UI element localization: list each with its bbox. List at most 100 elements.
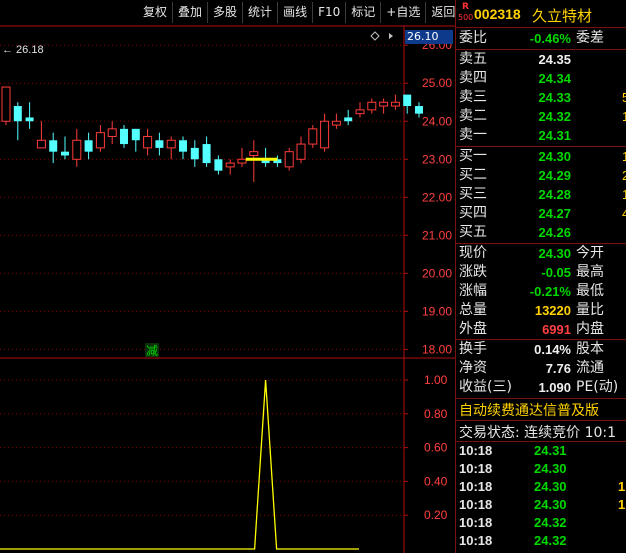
margin-trading-icon: R 500 (458, 2, 474, 22)
candle-body (320, 120, 330, 149)
tick-row[interactable]: 10:18 24.32 (456, 514, 626, 532)
quote-panel: R 500 002318 久立特材 委比 -0.46% 委差 卖五 24.35 卖四… (455, 0, 626, 553)
indicator-line (0, 379, 359, 550)
stat-row: 涨幅 -0.21% 最低 (459, 283, 604, 299)
candle-body (296, 143, 306, 160)
tick-time: 10:18 (459, 497, 493, 512)
tick-row[interactable]: 10:18 24.32 (456, 532, 626, 550)
stat-row: 现价 24.30 今开 (459, 245, 604, 261)
toolbar-button-add-watchlist[interactable]: +自选 (380, 2, 425, 23)
bid-price: 24.28 (538, 187, 571, 202)
candle-body (367, 101, 377, 111)
candle-body (403, 94, 412, 107)
candle-body (61, 151, 69, 156)
stat-value: -0.05 (541, 265, 571, 280)
stat-value: 6991 (542, 322, 571, 337)
bid-price: 24.27 (538, 206, 571, 221)
bid-row: 买四 24.27 4 (456, 204, 626, 223)
price-tick-label: 19.00 (422, 304, 452, 318)
tick-time: 10:18 (459, 479, 493, 494)
ask-row: 卖二 24.32 1 (456, 107, 626, 126)
stock-header: R 500 002318 久立特材 (456, 0, 626, 28)
candle-body (379, 101, 389, 107)
price-tick-label: 21.00 (422, 228, 452, 242)
toolbar-button-f10[interactable]: F10 (312, 2, 345, 23)
bid-volume: 4 (622, 206, 626, 221)
chart-toolbar: 复权 叠加 多股 统计 画线 F10 标记 +自选 返回 (138, 2, 460, 23)
ask-price: 24.31 (538, 128, 571, 143)
bid-row: 买五 24.26 (459, 224, 571, 240)
ask-row: 卖一 24.31 (459, 127, 571, 143)
tick-volume: 1 (618, 479, 626, 494)
diamond-icon (370, 31, 380, 41)
toolbar-button-restore-rights[interactable]: 复权 (138, 2, 172, 23)
candle-body (131, 128, 140, 141)
stat-row: 外盘 6991 内盘 (459, 321, 604, 337)
bid-price: 24.26 (538, 225, 571, 240)
fundamental-row: 收益(三) 1.090 PE(动) (459, 379, 619, 395)
candle-body (13, 106, 22, 122)
stat-value: 24.30 (538, 246, 571, 261)
stat-row: 涨跌 -0.05 最高 (459, 264, 604, 280)
tick-time: 10:18 (459, 461, 493, 476)
candle-body (331, 120, 341, 126)
fundamental-value: 1.090 (538, 380, 571, 395)
bid-volume: 2 (622, 168, 626, 183)
tick-row[interactable]: 10:18 24.30 (456, 460, 626, 478)
tick-price: 24.31 (534, 443, 567, 458)
ask-row: 卖五 24.35 (459, 51, 571, 67)
candle-body (1, 86, 11, 122)
candle-body (225, 162, 235, 168)
renewal-ad-link[interactable]: 自动续费通达信普及版 (459, 400, 599, 420)
candle-body (415, 106, 423, 114)
ask-volume: 1 (622, 109, 626, 124)
divider (456, 398, 626, 399)
indicator-tick-label: 0.80 (424, 407, 448, 421)
weibi-value: -0.46% (529, 31, 571, 46)
toolbar-button-mark[interactable]: 标记 (345, 2, 380, 23)
candle-body (143, 135, 153, 149)
stock-code[interactable]: 002318 (474, 6, 521, 22)
candle-body (284, 151, 294, 168)
chart-area[interactable]: 26.00 25.00 24.00 23.00 22.00 21.00 20.00 19.00… (0, 0, 455, 553)
candle-body (355, 109, 365, 115)
candle-body (107, 128, 117, 137)
price-tick-label: 25.00 (422, 76, 452, 90)
tick-time: 10:18 (459, 533, 493, 548)
fundamental-value: 7.76 (545, 361, 571, 376)
bid-row: 买一 24.30 1 (456, 147, 626, 166)
toolbar-button-overlay[interactable]: 叠加 (172, 2, 207, 23)
bid-price: 24.29 (538, 168, 571, 183)
candle-body (25, 117, 34, 122)
bid-volume: 1 (622, 187, 626, 202)
candle-body (72, 139, 82, 160)
indicator-tick-label: 1.00 (424, 373, 448, 387)
candle-body (179, 140, 187, 152)
price-tick-label: 20.00 (422, 266, 452, 280)
price-tick-label: 18.00 (422, 342, 452, 356)
ask-row: 卖三 24.33 5 (456, 88, 626, 107)
fundamental-row: 换手 0.14% 股本 (459, 341, 604, 357)
toolbar-button-draw-line[interactable]: 画线 (277, 2, 312, 23)
ask-volume: 5 (622, 90, 626, 105)
tick-row[interactable]: 10:18 24.30 1 (456, 478, 626, 496)
indicator-tick-label: 0.20 (424, 508, 448, 522)
play-icon (389, 33, 393, 39)
tick-price: 24.32 (534, 533, 567, 548)
candle-body (237, 158, 247, 164)
kline-chart[interactable]: 26.0025.0024.0023.0022.0021.0020.0019.00… (0, 0, 455, 553)
price-tick-label: 23.00 (422, 152, 452, 166)
stock-name[interactable]: 久立特材 (532, 5, 592, 26)
bid-row: 买三 24.28 1 (456, 185, 626, 204)
tick-time: 10:18 (459, 443, 493, 458)
bid-row: 买二 24.29 2 (456, 166, 626, 185)
toolbar-button-statistics[interactable]: 统计 (242, 2, 277, 23)
tick-row[interactable]: 10:18 24.30 1 (456, 496, 626, 514)
stat-value: 13220 (534, 303, 571, 318)
toolbar-button-multi-stock[interactable]: 多股 (207, 2, 242, 23)
bid-price: 24.30 (538, 149, 571, 164)
tick-row[interactable]: 10:18 24.31 (456, 442, 626, 460)
fundamental-row: 净资 7.76 流通 (459, 360, 604, 376)
ask-price: 24.35 (538, 52, 571, 67)
trade-status: 交易状态: 连续竞价 10:1 (459, 425, 617, 441)
